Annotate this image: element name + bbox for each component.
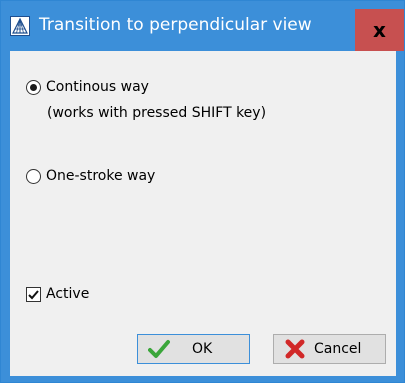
cancel-button[interactable]: Cancel [273,334,386,364]
title-bar[interactable]: Transition to perpendicular view x [1,1,404,51]
active-checkbox-row[interactable]: Active [26,286,89,302]
checkmark-icon [28,289,39,299]
cancel-label: Cancel [314,341,362,357]
close-button[interactable]: x [355,9,404,51]
green-checkmark-icon [148,339,170,359]
continuous-note: (works with pressed SHIFT key) [47,105,267,121]
radio-button-checked[interactable] [26,79,41,95]
active-checkbox[interactable] [26,286,41,302]
active-label: Active [46,286,90,302]
dialog-body: Continous way (works with pressed SHIFT … [10,51,396,376]
red-x-icon [284,339,306,359]
one-stroke-label: One-stroke way [46,168,156,184]
window-title: Transition to perpendicular view [39,15,312,35]
radio-continuous[interactable]: Continous way [26,79,149,95]
close-icon: x [373,18,386,42]
perspective-grid-icon [10,16,30,36]
radio-one-stroke[interactable]: One-stroke way [26,168,155,184]
dialog-window: Transition to perpendicular view x Conti… [0,0,405,383]
continuous-label: Continous way [46,79,149,95]
ok-label: OK [192,341,213,357]
ok-button[interactable]: OK [137,334,250,364]
radio-button-unchecked[interactable] [26,168,41,184]
